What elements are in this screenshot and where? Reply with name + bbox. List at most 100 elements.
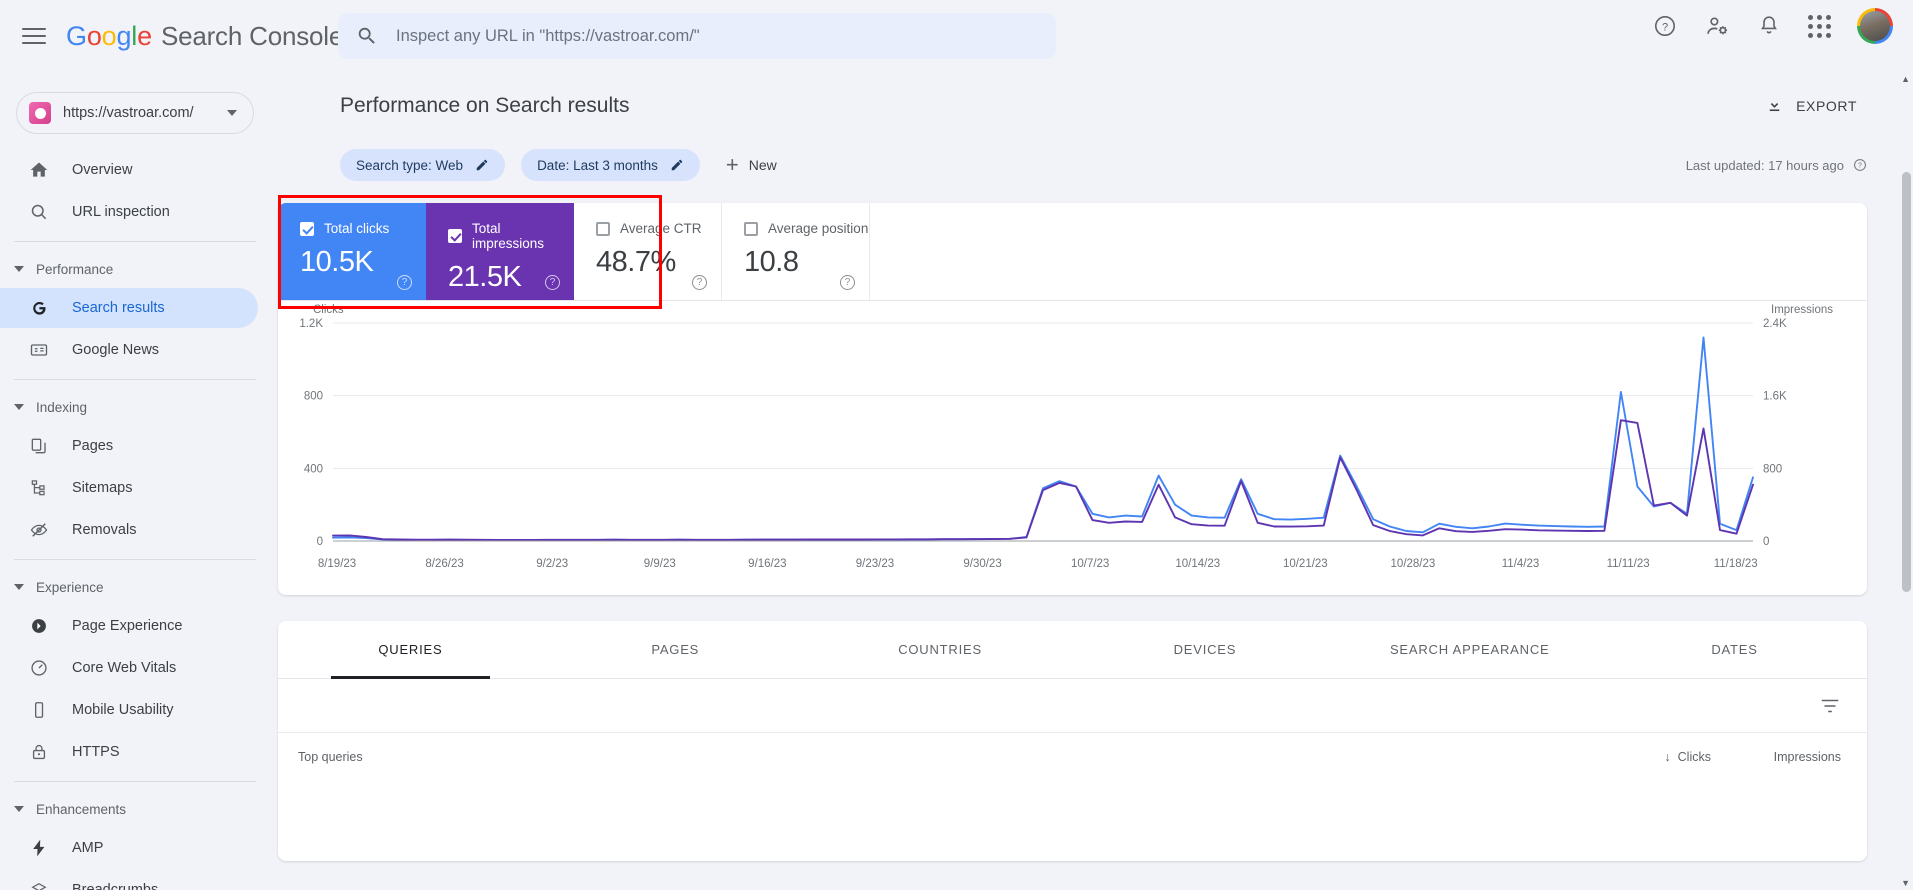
svg-text:9/23/23: 9/23/23 bbox=[856, 558, 894, 570]
performance-chart[interactable]: Clicks Impressions 0 0 400 800 800 1.6K 1.2K 2.4K… bbox=[278, 301, 1867, 594]
sidebar-divider bbox=[14, 781, 256, 782]
help-icon[interactable]: ? bbox=[1853, 158, 1867, 172]
tab-queries[interactable]: QUERIES bbox=[278, 621, 543, 679]
filter-chip-label: Search type: Web bbox=[356, 157, 464, 173]
chevron-down-icon bbox=[14, 404, 24, 410]
sidebar-item-search-results[interactable]: Search results bbox=[0, 288, 258, 328]
svg-text:10/28/23: 10/28/23 bbox=[1391, 558, 1436, 570]
chevron-down-icon bbox=[14, 806, 24, 812]
sidebar-item-label: Google News bbox=[72, 342, 160, 358]
sidebar-item-sitemaps[interactable]: Sitemaps bbox=[0, 468, 258, 508]
property-url-label: https://vastroar.com/ bbox=[63, 105, 194, 121]
metric-checkbox[interactable] bbox=[300, 221, 314, 236]
svg-text:9/16/23: 9/16/23 bbox=[748, 558, 786, 570]
sidebar-item-mobile-usability[interactable]: Mobile Usability bbox=[0, 690, 258, 730]
new-filter-label: New bbox=[748, 157, 777, 173]
apps-grid-icon[interactable] bbox=[1808, 14, 1831, 38]
metric-card-average-ctr[interactable]: Average CTR 48.7% ? bbox=[574, 203, 722, 300]
filter-icon[interactable] bbox=[1819, 695, 1841, 717]
svg-text:10/14/23: 10/14/23 bbox=[1175, 558, 1220, 570]
filter-chip-label: Date: Last 3 months bbox=[537, 157, 658, 173]
tab-dates[interactable]: DATES bbox=[1602, 621, 1867, 679]
tab-countries[interactable]: COUNTRIES bbox=[808, 621, 1073, 679]
svg-text:Clicks: Clicks bbox=[313, 304, 344, 316]
brand-product-label: Search Console bbox=[160, 20, 344, 51]
brand-logo[interactable]: Google Search Console bbox=[66, 21, 343, 52]
property-selector[interactable]: https://vastroar.com/ bbox=[16, 92, 254, 134]
dimension-tabs: QUERIES PAGES COUNTRIES DEVICES SEARCH A… bbox=[278, 621, 1867, 679]
sidebar-item-overview[interactable]: Overview bbox=[0, 150, 258, 190]
help-icon[interactable]: ? bbox=[1652, 13, 1678, 39]
metric-value: 10.8 bbox=[744, 246, 799, 278]
layers-icon bbox=[28, 879, 50, 890]
sidebar-group-label: Performance bbox=[36, 261, 114, 277]
help-icon[interactable]: ? bbox=[692, 275, 707, 290]
svg-text:10/21/23: 10/21/23 bbox=[1283, 558, 1328, 570]
tab-pages[interactable]: PAGES bbox=[543, 621, 808, 679]
tab-devices[interactable]: DEVICES bbox=[1072, 621, 1337, 679]
sidebar-group-performance[interactable]: Performance bbox=[0, 252, 270, 286]
filter-chip-date[interactable]: Date: Last 3 months bbox=[521, 149, 700, 181]
scroll-down-arrow-icon[interactable]: ▼ bbox=[1901, 878, 1910, 888]
metric-checkbox[interactable] bbox=[448, 229, 462, 243]
hamburger-icon[interactable] bbox=[20, 25, 48, 47]
metric-cards-row: Total clicks 10.5K ? Total impressions 2… bbox=[278, 195, 1867, 309]
last-updated-label: Last updated: 17 hours ago bbox=[1685, 157, 1844, 173]
sidebar-item-page-experience[interactable]: Page Experience bbox=[0, 606, 258, 646]
page-scrollbar[interactable]: ▲ ▼ bbox=[1899, 72, 1913, 890]
search-input[interactable] bbox=[396, 26, 1038, 46]
export-button[interactable]: EXPORT bbox=[1755, 88, 1867, 123]
metric-checkbox[interactable] bbox=[596, 221, 610, 236]
metric-label: Average CTR bbox=[620, 221, 702, 236]
help-icon[interactable]: ? bbox=[397, 275, 412, 290]
avatar[interactable] bbox=[1857, 8, 1893, 44]
metric-value: 10.5K bbox=[300, 246, 374, 278]
pages-icon bbox=[28, 435, 50, 457]
new-filter-button[interactable]: + New bbox=[716, 150, 787, 180]
sidebar-item-removals[interactable]: Removals bbox=[0, 510, 258, 550]
sidebar-item-label: HTTPS bbox=[72, 744, 120, 760]
export-label: EXPORT bbox=[1796, 97, 1857, 114]
metric-checkbox[interactable] bbox=[744, 221, 758, 236]
news-icon bbox=[28, 339, 50, 361]
performance-chart-card: Total clicks 10.5K ? Total impressions 2… bbox=[278, 195, 1867, 595]
url-inspection-search-bar[interactable] bbox=[338, 13, 1056, 59]
sidebar-item-core-web-vitals[interactable]: Core Web Vitals bbox=[0, 648, 258, 688]
metric-card-average-position[interactable]: Average position 10.8 ? bbox=[722, 203, 870, 300]
metric-label: Total clicks bbox=[324, 221, 390, 236]
sidebar-item-amp[interactable]: AMP bbox=[0, 828, 258, 868]
metric-card-total-clicks[interactable]: Total clicks 10.5K ? bbox=[278, 203, 426, 300]
user-settings-icon[interactable] bbox=[1704, 13, 1730, 39]
scrollbar-thumb[interactable] bbox=[1902, 172, 1911, 592]
page-header: Performance on Search results EXPORT bbox=[270, 72, 1913, 123]
top-app-bar: Google Search Console ? bbox=[0, 0, 1913, 72]
help-icon[interactable]: ? bbox=[545, 275, 560, 290]
sidebar-group-experience[interactable]: Experience bbox=[0, 570, 270, 604]
svg-text:9/2/23: 9/2/23 bbox=[536, 558, 568, 570]
help-icon[interactable]: ? bbox=[840, 275, 855, 290]
chevron-down-icon[interactable] bbox=[227, 110, 237, 116]
sidebar: https://vastroar.com/ Overview URL inspe… bbox=[0, 72, 270, 890]
sidebar-item-url-inspection[interactable]: URL inspection bbox=[0, 192, 258, 232]
column-header-clicks[interactable]: ↓ Clicks bbox=[1571, 750, 1711, 764]
svg-text:0: 0 bbox=[317, 536, 323, 548]
metric-card-total-impressions[interactable]: Total impressions 21.5K ? bbox=[426, 203, 574, 300]
tab-search-appearance[interactable]: SEARCH APPEARANCE bbox=[1337, 621, 1602, 679]
sidebar-item-label: Core Web Vitals bbox=[72, 660, 177, 676]
filter-chip-search-type[interactable]: Search type: Web bbox=[340, 149, 506, 181]
bell-icon[interactable] bbox=[1756, 13, 1782, 39]
chart-svg: Clicks Impressions 0 0 400 800 800 1.6K 1.2K 2.4K… bbox=[299, 304, 1833, 570]
scroll-up-arrow-icon[interactable]: ▲ bbox=[1901, 74, 1910, 84]
sidebar-item-https[interactable]: HTTPS bbox=[0, 732, 258, 772]
page-experience-icon bbox=[28, 615, 50, 637]
chevron-down-icon bbox=[14, 266, 24, 272]
sidebar-item-label: Pages bbox=[72, 438, 114, 454]
column-header-impressions[interactable]: Impressions bbox=[1711, 750, 1841, 764]
sidebar-item-pages[interactable]: Pages bbox=[0, 426, 258, 466]
sidebar-item-breadcrumbs[interactable]: Breadcrumbs bbox=[0, 870, 258, 890]
sidebar-group-indexing[interactable]: Indexing bbox=[0, 390, 270, 424]
sidebar-item-google-news[interactable]: Google News bbox=[0, 330, 258, 370]
metric-label: Total impressions bbox=[472, 221, 545, 251]
sidebar-group-enhancements[interactable]: Enhancements bbox=[0, 792, 270, 826]
svg-text:400: 400 bbox=[304, 463, 323, 475]
